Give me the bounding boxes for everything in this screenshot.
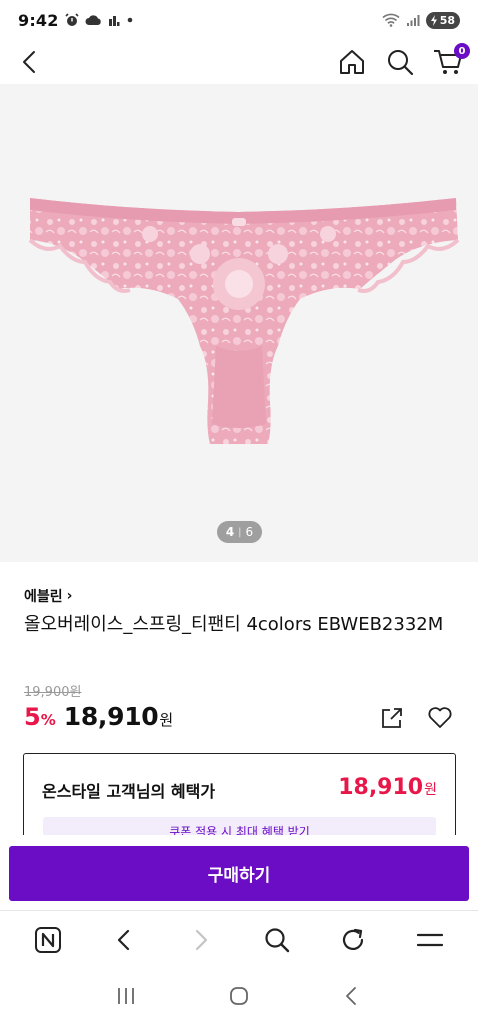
sim-icon bbox=[108, 14, 120, 27]
share-icon[interactable] bbox=[378, 704, 406, 732]
price-row: 5 % 18,910 원 bbox=[24, 702, 454, 736]
cloud-icon bbox=[85, 14, 102, 26]
heart-icon[interactable] bbox=[426, 704, 454, 732]
wifi-icon bbox=[382, 13, 400, 27]
back-nav-icon[interactable] bbox=[332, 976, 372, 1016]
browser-toolbar bbox=[0, 910, 478, 968]
home-circle-icon[interactable] bbox=[219, 976, 259, 1016]
dot-icon bbox=[126, 16, 134, 24]
benefit-label: 온스타일 고객님의 혜택가 bbox=[42, 782, 216, 801]
search-icon[interactable] bbox=[257, 920, 297, 960]
image-current: 4 bbox=[225, 525, 235, 539]
cart-count-badge: 0 bbox=[454, 43, 470, 59]
benefit-box: 온스타일 고객님의 혜택가 18,910원 쿠폰 적용 시 최대 혜택 받기 bbox=[23, 753, 456, 835]
status-bar: 9:42 58 bbox=[0, 0, 478, 40]
brand-link[interactable]: 에블린 › bbox=[24, 586, 72, 606]
status-time: 9:42 bbox=[18, 10, 59, 30]
search-icon[interactable] bbox=[384, 46, 416, 78]
image-counter: 4 | 6 bbox=[217, 521, 262, 543]
benefit-price: 18,910원 bbox=[338, 775, 437, 800]
app-header: 0 bbox=[0, 40, 478, 84]
recent-apps-icon[interactable] bbox=[106, 976, 146, 1016]
forward-arrow-icon[interactable] bbox=[181, 920, 221, 960]
back-icon[interactable] bbox=[14, 46, 46, 78]
benefit-currency: 원 bbox=[424, 782, 437, 798]
battery-icon: 58 bbox=[425, 11, 460, 29]
product-title: 올오버레이스_스프링_티팬티 4colors EBWEB2332M bbox=[24, 614, 444, 635]
alarm-icon bbox=[65, 13, 79, 27]
product-image-gallery[interactable]: 4 | 6 bbox=[0, 84, 478, 562]
discount-unit: % bbox=[40, 711, 56, 729]
refresh-icon[interactable] bbox=[333, 920, 373, 960]
coupon-banner[interactable]: 쿠폰 적용 시 최대 혜택 받기 bbox=[43, 817, 436, 835]
brand-name: 에블린 bbox=[24, 589, 63, 605]
product-image bbox=[28, 198, 460, 444]
image-total: 6 bbox=[245, 525, 254, 539]
back-arrow-icon[interactable] bbox=[104, 920, 144, 960]
signal-icon bbox=[406, 14, 420, 27]
discount-rate: 5 bbox=[24, 703, 41, 731]
android-nav-bar bbox=[0, 968, 478, 1024]
menu-icon[interactable] bbox=[410, 920, 450, 960]
battery-level: 58 bbox=[439, 13, 455, 27]
buy-button[interactable]: 구매하기 bbox=[9, 846, 469, 901]
cart-icon[interactable]: 0 bbox=[432, 43, 470, 78]
chevron-right-icon: › bbox=[66, 588, 73, 604]
sale-currency: 원 bbox=[159, 711, 174, 729]
home-icon[interactable] bbox=[336, 46, 368, 78]
naver-icon[interactable] bbox=[28, 920, 68, 960]
original-price: 19,900원 bbox=[24, 685, 82, 700]
sale-price: 18,910 bbox=[63, 702, 159, 731]
image-separator: | bbox=[238, 526, 242, 538]
benefit-price-value: 18,910 bbox=[338, 775, 424, 800]
